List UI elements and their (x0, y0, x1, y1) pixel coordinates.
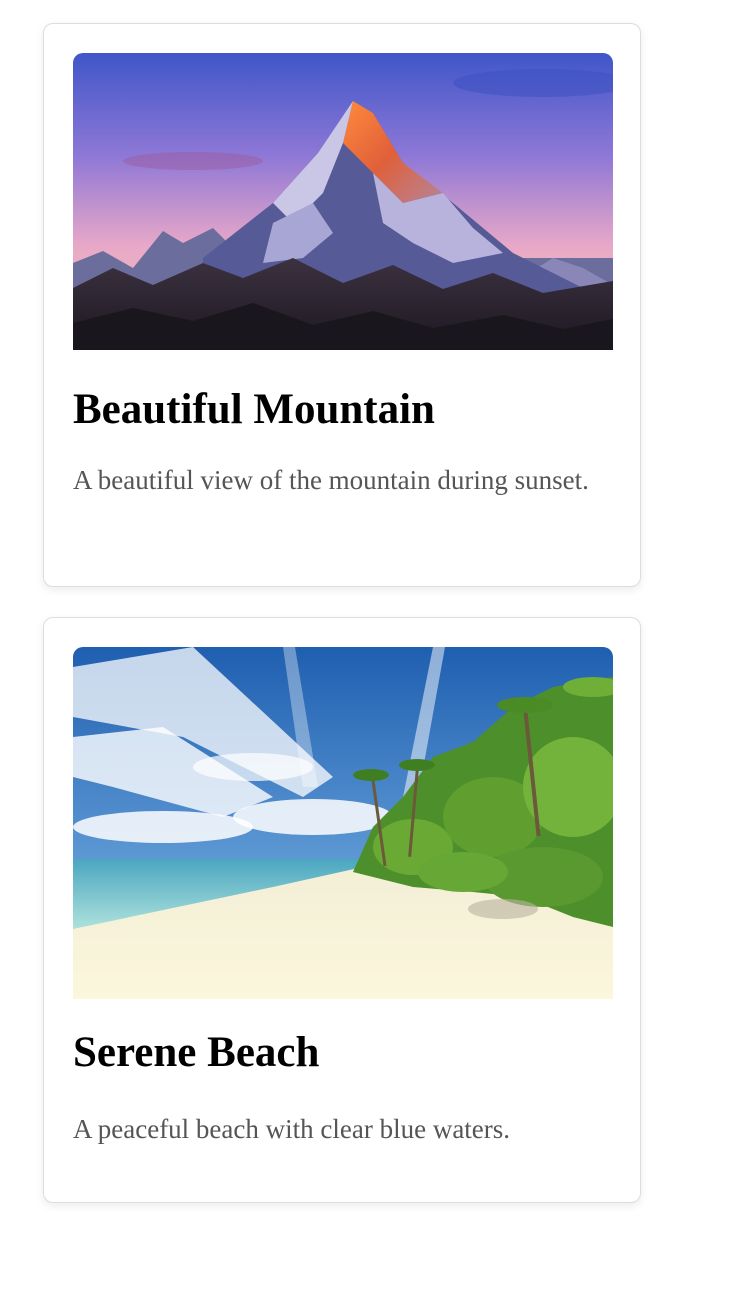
beach-image (73, 647, 613, 999)
card-title: Serene Beach (73, 1029, 320, 1076)
card-mountain: Beautiful Mountain A beautiful view of t… (43, 23, 641, 587)
card-beach: Serene Beach A peaceful beach with clear… (43, 617, 641, 1203)
card-description: A beautiful view of the mountain during … (73, 465, 589, 495)
card-title: Beautiful Mountain (73, 386, 435, 433)
card-description: A peaceful beach with clear blue waters. (73, 1114, 511, 1144)
mountain-image (73, 53, 613, 350)
